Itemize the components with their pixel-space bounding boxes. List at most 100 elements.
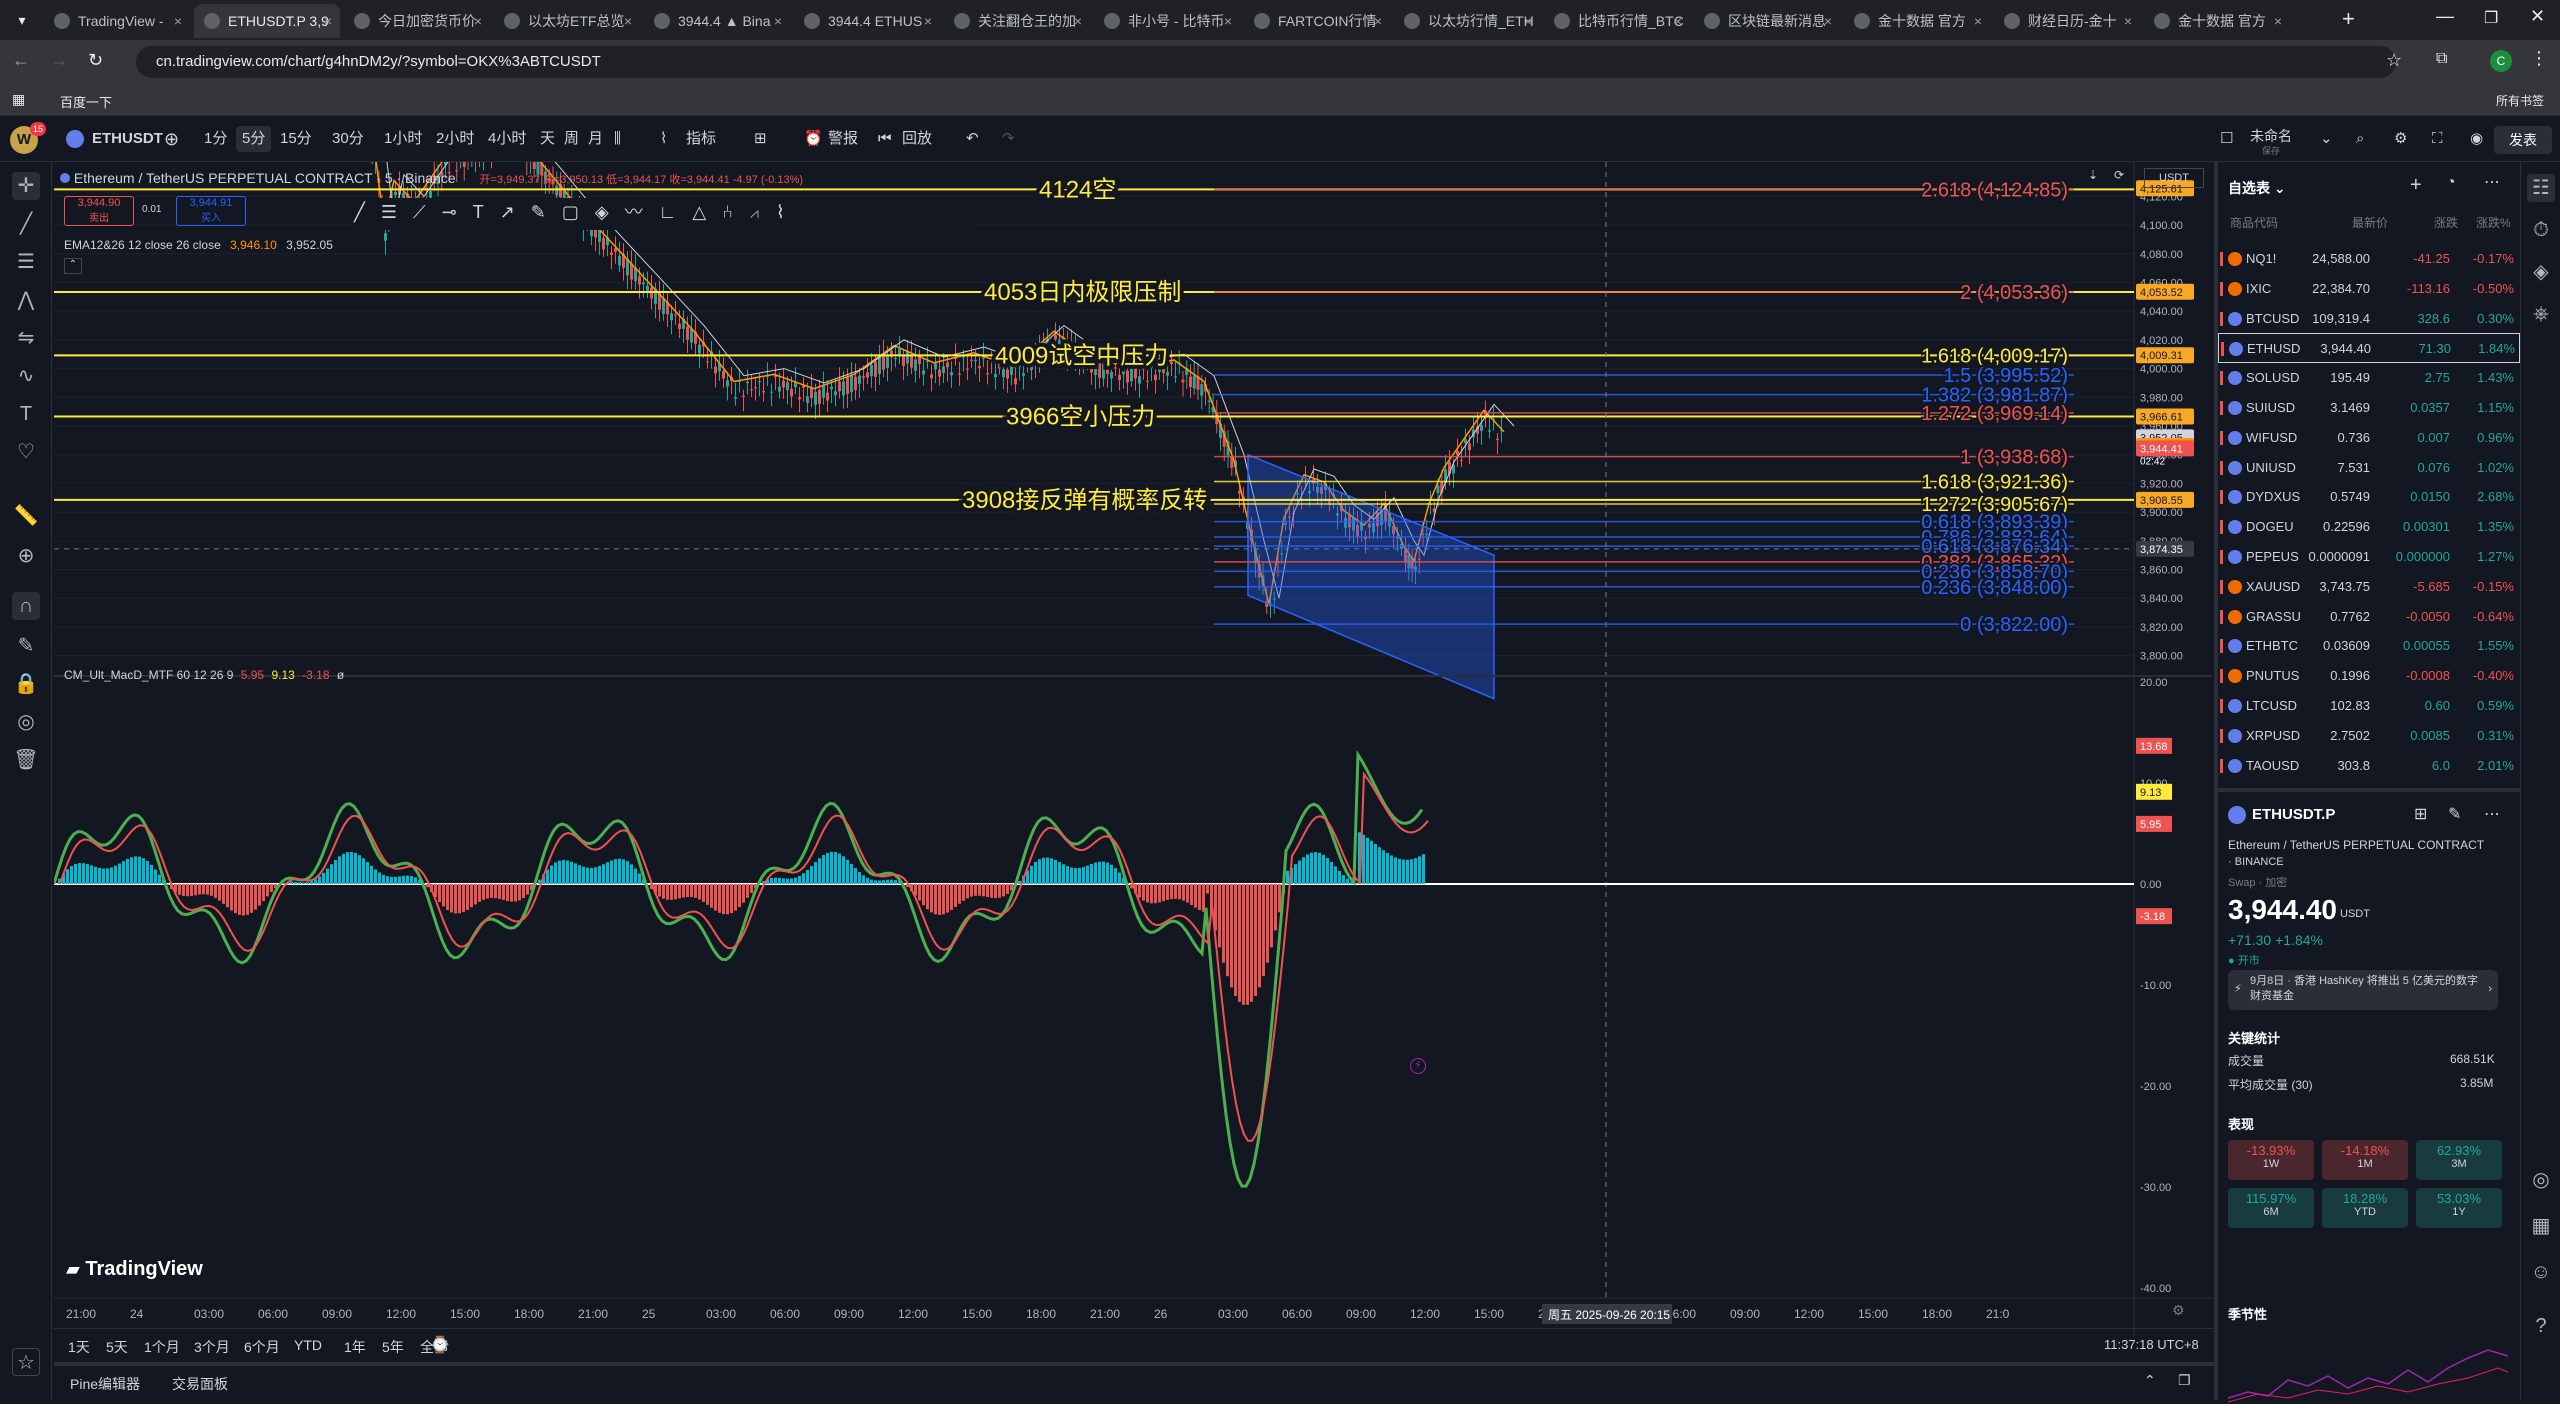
watchlist-row[interactable]: ETHUSD3,944.4071.301.84% — [2218, 333, 2520, 363]
screenshot-icon[interactable]: ◉ — [2464, 126, 2489, 152]
annotation-label[interactable]: 4053日内极限压制 — [984, 279, 1181, 306]
chart-svg[interactable]: 4,120.004,100.004,080.004,060.004,040.00… — [54, 162, 2212, 1336]
seasonal-chart[interactable] — [2228, 1328, 2508, 1404]
magnet-icon[interactable]: ∩ — [12, 592, 40, 620]
lock-icon[interactable]: 🔒 — [12, 670, 40, 698]
interval-option[interactable]: 月 — [582, 126, 609, 152]
tab-close-icon[interactable]: × — [1674, 4, 1682, 38]
tab-close-icon[interactable]: × — [324, 4, 332, 38]
rect-tool-icon[interactable]: ▢ — [562, 202, 595, 222]
detail-grid-icon[interactable]: ⊞ — [2414, 804, 2427, 824]
ruler-icon[interactable]: 📏 — [12, 502, 40, 530]
tab-close-icon[interactable]: × — [2274, 4, 2282, 38]
watchlist-row[interactable]: BTCUSD109,319.4328.60.30% — [2218, 304, 2520, 334]
layout-dropdown-icon[interactable]: ⌄ — [2314, 126, 2339, 152]
watchlist-row[interactable]: UNIUSD7.5310.0761.02% — [2218, 453, 2520, 483]
target-strip-icon[interactable]: ◎ — [2527, 1166, 2555, 1194]
pine-editor-tab[interactable]: Pine编辑器 — [70, 1374, 140, 1394]
watchlist-row[interactable]: LTCUSD102.830.600.59% — [2218, 691, 2520, 721]
layout-name[interactable]: 未命名 — [2250, 126, 2292, 146]
range-option[interactable]: 5年 — [382, 1337, 404, 1357]
browser-tab[interactable]: 3944.4 ▲ Bina× — [644, 4, 790, 38]
perf-cell[interactable]: -13.93%1W — [2228, 1140, 2314, 1180]
menu-icon[interactable]: ⋮ — [2530, 48, 2548, 69]
fork-tool-icon[interactable]: ⑃ — [722, 202, 749, 222]
watchlist-row[interactable]: WIFUSD0.7360.0070.96% — [2218, 423, 2520, 453]
watchlist-row[interactable]: XAUUSD3,743.75-5.685-0.15% — [2218, 572, 2520, 602]
tab-close-icon[interactable]: × — [174, 4, 182, 38]
perf-cell[interactable]: 62.93%3M — [2416, 1140, 2502, 1180]
interval-option[interactable]: 5分 — [236, 126, 271, 152]
detail-more-icon[interactable]: ⋯ — [2484, 804, 2500, 824]
heart-icon[interactable]: ♡ — [12, 438, 40, 466]
extensions-icon[interactable]: ⧉ — [2436, 50, 2447, 68]
tab-close-icon[interactable]: × — [1374, 4, 1382, 38]
line-tool-icon[interactable]: ╱ — [354, 202, 381, 222]
tab-close-icon[interactable]: × — [924, 4, 932, 38]
text-icon[interactable]: T — [12, 400, 40, 428]
refresh-chart-icon[interactable]: ⟳ — [2114, 168, 2124, 182]
symbol-search[interactable]: ETHUSDT — [86, 126, 169, 152]
close-window-icon[interactable]: ✕ — [2530, 6, 2545, 27]
interval-option[interactable]: 15分 — [274, 126, 318, 152]
undo-icon[interactable]: ↶ — [960, 126, 985, 152]
fib-tool-icon[interactable]: ☰ — [12, 248, 40, 276]
tab-close-icon[interactable]: × — [1824, 4, 1832, 38]
brush-tool-icon[interactable]: ⌇ — [776, 202, 801, 222]
all-bookmarks[interactable]: 所有书签 — [2496, 92, 2544, 109]
watchlist-row[interactable]: DYDXUS0.57490.01502.68% — [2218, 482, 2520, 512]
range-option[interactable]: 1个月 — [144, 1337, 180, 1357]
url-input[interactable]: cn.tradingview.com/chart/g4hnDM2y/?symbo… — [136, 46, 2396, 78]
notifications-strip-icon[interactable]: ⎈ — [2527, 300, 2555, 328]
watchlist-row[interactable]: XRPUSD2.75020.00850.31% — [2218, 721, 2520, 751]
indicators-icon[interactable]: ⌇ — [654, 126, 673, 152]
maximize-panel-icon[interactable]: ❐ — [2178, 1372, 2191, 1389]
range-option[interactable]: 5天 — [106, 1337, 128, 1357]
watchlist-row[interactable]: DOGEU0.225960.003011.35% — [2218, 512, 2520, 542]
trading-panel-tab[interactable]: 交易面板 — [172, 1374, 228, 1394]
tab-close-icon[interactable]: × — [2124, 4, 2132, 38]
tab-close-icon[interactable]: × — [1074, 4, 1082, 38]
watchlist-row[interactable]: PNUTUS0.1996-0.0008-0.40% — [2218, 661, 2520, 691]
layers-strip-icon[interactable]: ◈ — [2527, 258, 2555, 286]
zoom-icon[interactable]: ⊕ — [12, 542, 40, 570]
trash-icon[interactable]: 🗑 — [12, 746, 40, 774]
layout-square-icon[interactable]: ☐ — [2214, 126, 2239, 152]
watchlist-column-header[interactable]: 商品代码 — [2230, 214, 2278, 231]
interval-option[interactable]: 周 — [558, 126, 585, 152]
detail-symbol[interactable]: ETHUSDT.P — [2252, 806, 2335, 823]
ray-tool-icon[interactable]: ⟋ — [413, 202, 442, 222]
templates-icon[interactable]: ⊞ — [748, 126, 773, 152]
fullscreen-icon[interactable]: ⛶ — [2426, 126, 2449, 152]
profile-avatar[interactable]: C — [2490, 50, 2512, 72]
chart-type-icon[interactable]: ⫼ — [608, 126, 627, 152]
publish-button[interactable]: 发表 — [2494, 126, 2552, 154]
range-option[interactable]: YTD — [294, 1337, 322, 1353]
eye-icon[interactable]: ◎ — [12, 708, 40, 736]
indicators-button[interactable]: 指标 — [680, 126, 722, 152]
browser-tab[interactable]: TradingView -× — [44, 4, 190, 38]
restore-icon[interactable]: ❐ — [2484, 8, 2498, 28]
settings-icon[interactable]: ⚙ — [2388, 126, 2413, 152]
interval-option[interactable]: 1小时 — [378, 126, 428, 152]
browser-tab[interactable]: 以太坊ETF总览× — [494, 4, 640, 38]
chart-area[interactable]: 4,120.004,100.004,080.004,060.004,040.00… — [54, 162, 2212, 1336]
detail-edit-icon[interactable]: ✎ — [2448, 804, 2461, 824]
range-option[interactable]: 3个月 — [194, 1337, 230, 1357]
replay-icon[interactable]: ⏮ — [872, 126, 898, 152]
crosshair-icon[interactable]: ✛ — [12, 172, 40, 200]
minimize-icon[interactable]: — — [2436, 6, 2454, 27]
replay-button[interactable]: 回放 — [896, 126, 938, 152]
star-icon[interactable]: ☆ — [2386, 50, 2402, 71]
back-icon[interactable]: ← — [12, 50, 30, 71]
axis-settings-icon[interactable]: ⚙ — [2172, 1302, 2185, 1319]
alerts-strip-icon[interactable]: ⏱ — [2527, 216, 2555, 244]
clock-timezone[interactable]: 11:37:18 UTC+8 — [2104, 1337, 2199, 1352]
interval-option[interactable]: 2小时 — [430, 126, 480, 152]
tab-close-icon[interactable]: × — [1224, 4, 1232, 38]
annotation-label[interactable]: 4124空 — [1039, 176, 1116, 203]
browser-tab[interactable]: ETHUSDT.P 3,9× — [194, 4, 340, 38]
watchlist-row[interactable]: ETHBTC0.036090.000551.55% — [2218, 631, 2520, 661]
tab-close-icon[interactable]: × — [474, 4, 482, 38]
annotation-label[interactable]: 3966空小压力 — [1006, 404, 1155, 431]
